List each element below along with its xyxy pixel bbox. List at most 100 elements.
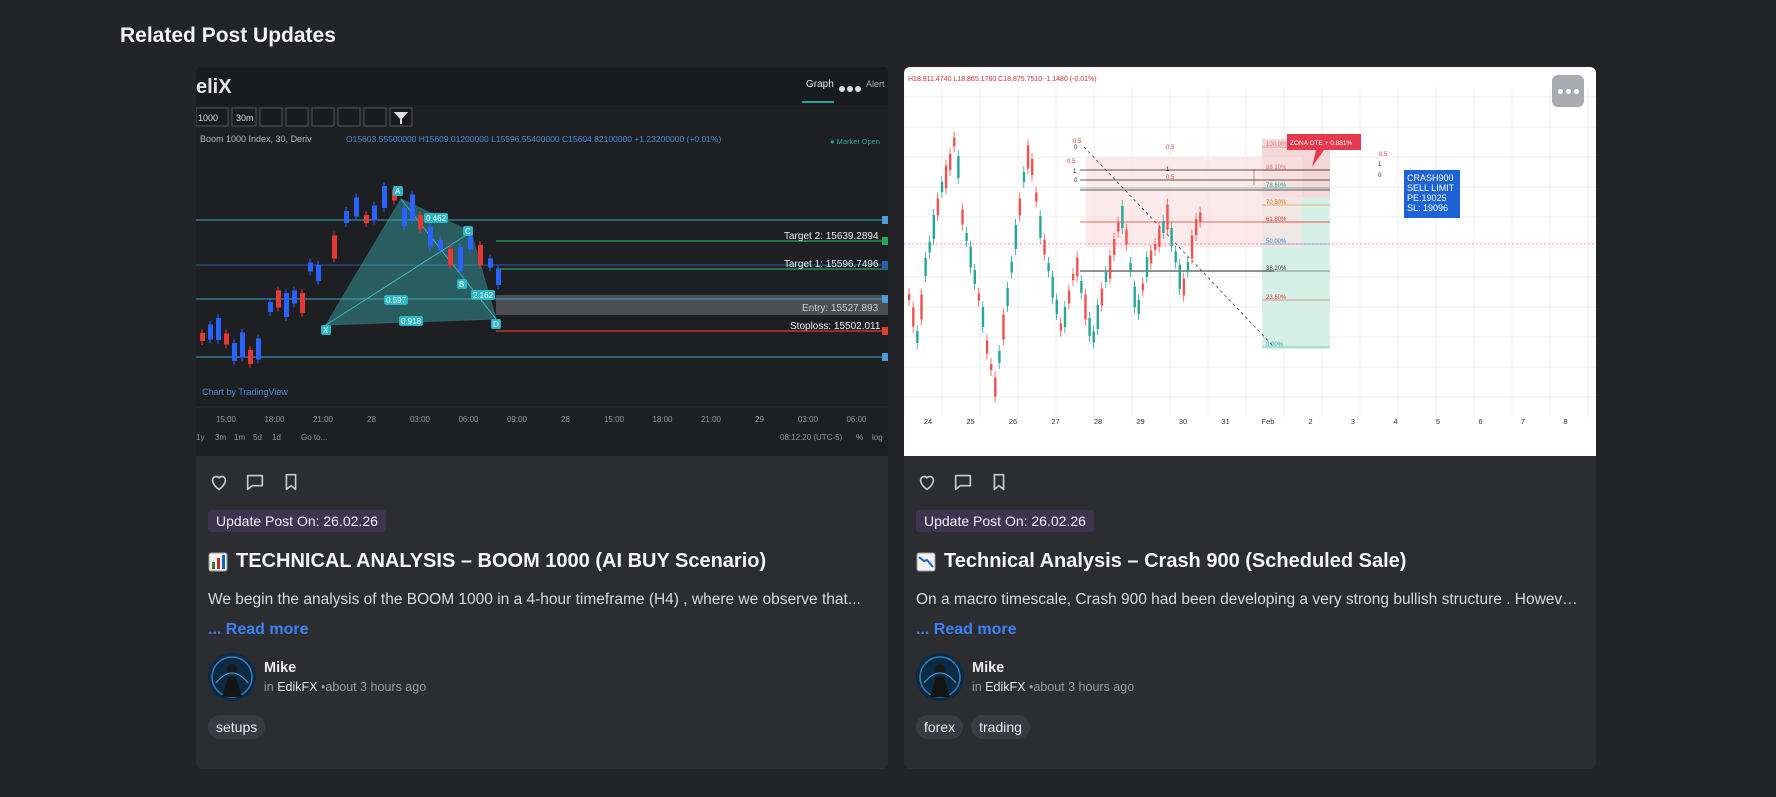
candle-body bbox=[1129, 263, 1132, 271]
date-label: 30 bbox=[1179, 417, 1187, 426]
post-time: •about 3 hours ago bbox=[321, 680, 427, 694]
bookmark-icon[interactable] bbox=[988, 471, 1010, 493]
candle-body bbox=[932, 215, 935, 239]
candle-body bbox=[1047, 263, 1050, 271]
time-label: 28 bbox=[561, 415, 570, 424]
ratio-1: 0.462 bbox=[426, 214, 447, 223]
candle-body bbox=[912, 307, 915, 327]
more-options-icon[interactable] bbox=[1552, 75, 1584, 107]
post-excerpt: On a macro timescale, Crash 900 had been… bbox=[916, 591, 1584, 608]
post-title[interactable]: TECHNICAL ANALYSIS – BOOM 1000 (AI BUY S… bbox=[208, 550, 876, 573]
candle-body bbox=[1076, 257, 1079, 277]
candle-body bbox=[936, 198, 940, 216]
candle-body bbox=[916, 331, 919, 343]
date-label: 5 bbox=[1436, 417, 1440, 426]
time-label: 09:00 bbox=[507, 415, 528, 424]
candle-body bbox=[1039, 216, 1042, 238]
avatar[interactable] bbox=[208, 653, 256, 701]
comment-icon[interactable] bbox=[244, 471, 266, 493]
candle-body bbox=[308, 262, 313, 272]
time-label: 06:00 bbox=[846, 415, 867, 424]
target1-label: Target 1: 15596.7496 bbox=[784, 259, 879, 270]
date-label: 26 bbox=[1009, 417, 1017, 426]
candle-body bbox=[292, 290, 297, 304]
candle-body bbox=[1026, 145, 1030, 169]
candle-body bbox=[985, 340, 989, 354]
time-label: 03:00 bbox=[798, 415, 819, 424]
avatar-image bbox=[916, 653, 964, 701]
read-more-link[interactable]: ... Read more bbox=[916, 621, 1584, 639]
tag[interactable]: trading bbox=[971, 715, 1030, 739]
post-thumbnail[interactable]: eliX Graph Alert 1000 30m Boom 1000 Inde… bbox=[196, 67, 888, 456]
market-status: ● Market Open bbox=[830, 137, 880, 146]
avatar[interactable] bbox=[916, 653, 964, 701]
fib-label: 70.50% bbox=[1266, 200, 1287, 206]
target2-label: Target 2: 15639.2894 bbox=[784, 231, 879, 242]
candle-body bbox=[990, 364, 993, 370]
tag[interactable]: setups bbox=[208, 715, 266, 739]
post-title[interactable]: Technical Analysis – Crash 900 (Schedule… bbox=[916, 550, 1584, 573]
candle-body bbox=[418, 215, 423, 229]
candle-body bbox=[382, 186, 387, 208]
candle-body bbox=[200, 333, 205, 341]
post-excerpt: We begin the analysis of the BOOM 1000 i… bbox=[208, 591, 861, 608]
candle-body bbox=[1104, 272, 1108, 282]
read-more-link[interactable]: ... Read more bbox=[208, 621, 876, 639]
ratio-2: 0.597 bbox=[386, 296, 407, 305]
post-author: Mike in EdikFX •about 3 hours ago bbox=[208, 653, 876, 701]
candle-body bbox=[1162, 221, 1165, 233]
candle-body bbox=[1113, 239, 1116, 255]
update-badge: Update Post On: 26.02.26 bbox=[916, 510, 1094, 532]
post-card[interactable]: H18,911.4740 L18,865.1760 C18,875.7510 -… bbox=[904, 67, 1596, 769]
candle-body bbox=[1018, 198, 1022, 216]
tag[interactable]: forex bbox=[916, 715, 964, 739]
order-box-line4: SL: 19096 bbox=[1407, 203, 1448, 213]
candle-body bbox=[1158, 227, 1161, 247]
candle-body bbox=[953, 137, 956, 147]
author-group-link[interactable]: EdikFX bbox=[985, 680, 1025, 694]
date-label: 27 bbox=[1051, 417, 1059, 426]
heart-icon[interactable] bbox=[208, 471, 230, 493]
chart-up-emoji-icon bbox=[208, 552, 228, 571]
candle-body bbox=[496, 269, 501, 285]
date-label: 3 bbox=[1351, 417, 1355, 426]
level-tag: 0.5 bbox=[1067, 159, 1076, 165]
candle-body bbox=[924, 258, 927, 276]
candle-body bbox=[224, 333, 229, 345]
author-in: in bbox=[972, 680, 982, 694]
fib-label: 23.60% bbox=[1266, 295, 1287, 301]
post-tags: setups bbox=[208, 715, 876, 739]
author-name[interactable]: Mike bbox=[264, 660, 426, 676]
author-group-link[interactable]: EdikFX bbox=[277, 680, 317, 694]
post-title-text[interactable]: Technical Analysis – Crash 900 (Schedule… bbox=[944, 550, 1406, 573]
candle-body bbox=[1022, 172, 1026, 182]
candle-body bbox=[1141, 283, 1145, 291]
comment-icon[interactable] bbox=[952, 471, 974, 493]
candle-body bbox=[1002, 314, 1005, 340]
candle-body bbox=[1108, 255, 1112, 279]
candle-body bbox=[940, 182, 944, 192]
candle-body bbox=[908, 294, 911, 300]
candle-body bbox=[316, 265, 321, 281]
fib-label: 100.00% bbox=[1266, 142, 1290, 148]
post-title-text[interactable]: TECHNICAL ANALYSIS – BOOM 1000 (AI BUY S… bbox=[236, 550, 766, 573]
section-title: Related Post Updates bbox=[120, 24, 336, 47]
author-name[interactable]: Mike bbox=[972, 660, 1134, 676]
range-button: 3m bbox=[215, 433, 226, 442]
author-meta: in EdikFX •about 3 hours ago bbox=[972, 680, 1134, 694]
post-card[interactable]: eliX Graph Alert 1000 30m Boom 1000 Inde… bbox=[196, 67, 888, 769]
candle-body bbox=[981, 307, 985, 327]
range-button: 1d bbox=[272, 433, 281, 442]
time-label: 29 bbox=[755, 415, 764, 424]
level-tag: 0.5 bbox=[1073, 139, 1082, 145]
heart-icon[interactable] bbox=[916, 471, 938, 493]
ohlc-readout: O15603.55500000 H15609.01200000 L15596.5… bbox=[346, 134, 721, 144]
post-thumbnail[interactable]: H18,911.4740 L18,865.1760 C18,875.7510 -… bbox=[904, 67, 1596, 456]
bookmark-icon[interactable] bbox=[280, 471, 302, 493]
candle-body bbox=[944, 165, 948, 189]
candle-body bbox=[1121, 206, 1124, 228]
range-button: Go to... bbox=[301, 433, 327, 442]
candle-body bbox=[1055, 300, 1058, 314]
date-label: 31 bbox=[1221, 417, 1229, 426]
candle-body bbox=[1059, 323, 1063, 331]
